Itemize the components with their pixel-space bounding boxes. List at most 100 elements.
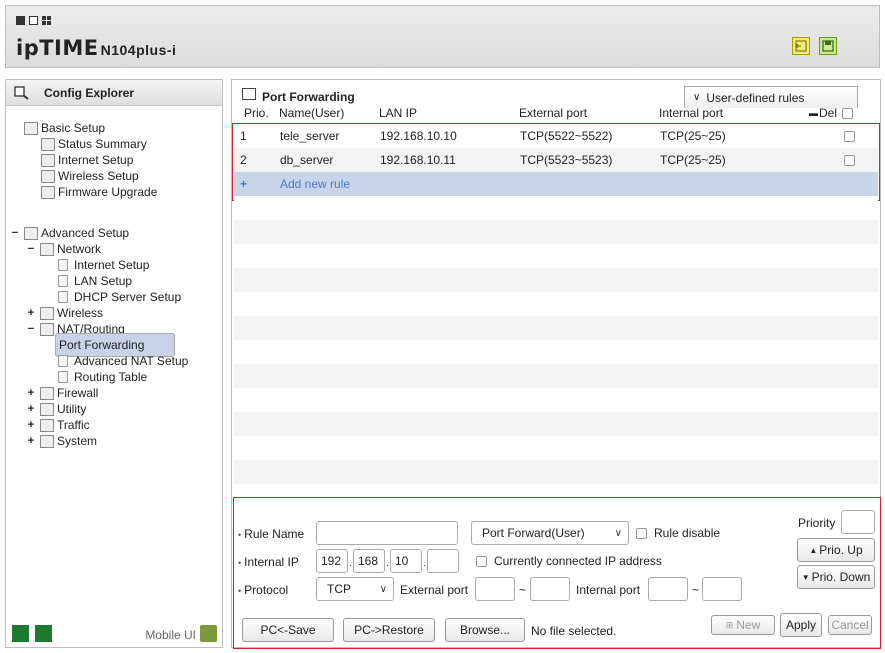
ip-dot: . xyxy=(423,558,426,569)
prio-up-label: Prio. Up xyxy=(819,543,863,557)
page-icon xyxy=(58,371,68,383)
triangle-up-icon: ▲ xyxy=(809,545,818,555)
external-port-start[interactable] xyxy=(475,577,515,601)
table-row[interactable]: 1 tele_server 192.168.10.10 TCP(5522~552… xyxy=(234,124,878,148)
sidebar-footer: Mobile UI xyxy=(6,619,222,647)
no-file-label: No file selected. xyxy=(531,624,617,638)
tree-traffic[interactable]: + Traffic xyxy=(26,417,90,433)
grid-icon[interactable] xyxy=(42,16,51,25)
collapse-icon[interactable]: − xyxy=(10,227,20,239)
prio-up-button[interactable]: ▲ Prio. Up xyxy=(797,538,875,562)
col-lan-ip: LAN IP xyxy=(379,106,418,120)
empty-row xyxy=(234,364,878,388)
tree-port-forwarding[interactable]: Port Forwarding xyxy=(55,333,175,357)
mobile-ui-link[interactable]: Mobile UI xyxy=(145,628,196,642)
tree-system[interactable]: + System xyxy=(26,433,97,449)
ip-octet-2[interactable]: 168 xyxy=(353,549,385,573)
cell-external-port: TCP(5523~5523) xyxy=(520,153,613,167)
maximize-icon[interactable] xyxy=(29,16,38,25)
apply-button[interactable]: Apply xyxy=(780,613,822,637)
tree-label: Internet Setup xyxy=(58,153,134,167)
tree-firmware-upgrade[interactable]: Firmware Upgrade xyxy=(41,184,157,200)
tree-lan-setup[interactable]: LAN Setup xyxy=(58,273,132,289)
new-button[interactable]: ⊞ New xyxy=(711,615,775,635)
app-header: ipTIME N104plus-i xyxy=(5,5,880,68)
expand-icon[interactable]: + xyxy=(26,387,36,399)
save-config-icon[interactable] xyxy=(819,37,837,55)
pc-save-button[interactable]: PC<-Save xyxy=(242,618,334,642)
ip-octet-1[interactable]: 192 xyxy=(316,549,348,573)
tree-advanced-setup[interactable]: − Advanced Setup xyxy=(10,225,129,241)
tree-network[interactable]: − Network xyxy=(26,241,101,257)
tree-status-summary[interactable]: Status Summary xyxy=(41,136,147,152)
empty-row xyxy=(234,316,878,340)
page-icon xyxy=(58,275,68,287)
expand-icon[interactable]: + xyxy=(26,435,36,447)
rule-filter-value: User-defined rules xyxy=(706,90,805,105)
cell-prio: 1 xyxy=(240,129,247,143)
page-title: Port Forwarding xyxy=(242,88,355,104)
ip-octet-3[interactable]: 10 xyxy=(390,549,422,573)
tree-advanced-nat-setup[interactable]: Advanced NAT Setup xyxy=(58,353,188,369)
tree-wireless[interactable]: + Wireless xyxy=(26,305,103,321)
rule-name-input[interactable] xyxy=(316,521,458,545)
expand-icon[interactable]: + xyxy=(26,403,36,415)
table-row[interactable]: 2 db_server 192.168.10.11 TCP(5523~5523)… xyxy=(234,148,878,172)
tree-wireless-setup[interactable]: Wireless Setup xyxy=(41,168,139,184)
tree-firewall[interactable]: + Firewall xyxy=(26,385,99,401)
collapse-icon[interactable]: − xyxy=(26,243,36,255)
internal-port-start[interactable] xyxy=(648,577,688,601)
protocol-select[interactable]: TCP ∨ xyxy=(316,577,394,601)
page-icon xyxy=(58,355,68,367)
ip-octet-4[interactable] xyxy=(427,549,459,573)
browse-button[interactable]: Browse... xyxy=(445,618,525,642)
rule-filter-select[interactable]: ∨ User-defined rules xyxy=(684,86,858,108)
tree-label: Firmware Upgrade xyxy=(58,185,158,199)
select-all-checkbox[interactable] xyxy=(842,107,854,119)
rule-type-select[interactable]: Port Forward(User) ∨ xyxy=(471,521,629,545)
cell-lan-ip: 192.168.10.11 xyxy=(380,153,456,167)
system-icon xyxy=(40,434,54,448)
cell-internal-port: TCP(25~25) xyxy=(660,153,726,167)
col-internal-port: Internal port xyxy=(659,106,724,120)
protocol-value: TCP xyxy=(327,582,351,596)
exit-icon[interactable] xyxy=(35,625,52,642)
internal-port-end[interactable] xyxy=(702,577,742,601)
cell-name: db_server xyxy=(280,153,334,167)
chart-icon xyxy=(41,137,55,151)
collapse-icon[interactable]: − xyxy=(26,323,36,335)
delete-checkbox[interactable] xyxy=(844,131,855,142)
monitor-icon xyxy=(41,153,55,167)
tree-routing-table[interactable]: Routing Table xyxy=(58,369,147,385)
tree-label: Routing Table xyxy=(74,370,148,384)
tree-dhcp-server-setup[interactable]: DHCP Server Setup xyxy=(58,289,181,305)
col-prio: Prio. xyxy=(244,106,269,120)
prio-down-button[interactable]: ▼ Prio. Down xyxy=(797,565,875,589)
tree-utility[interactable]: + Utility xyxy=(26,401,87,417)
external-port-end[interactable] xyxy=(530,577,570,601)
home-icon[interactable] xyxy=(12,625,29,642)
config-explorer-title: Config Explorer xyxy=(44,85,135,100)
internal-ip-label: • Internal IP xyxy=(238,555,299,569)
minimize-icon[interactable] xyxy=(16,16,25,25)
rule-disable-checkbox[interactable] xyxy=(636,528,647,539)
expand-icon[interactable]: + xyxy=(26,307,36,319)
pc-restore-button[interactable]: PC->Restore xyxy=(343,618,435,642)
tree-internet-setup[interactable]: Internet Setup xyxy=(41,152,133,168)
priority-input[interactable] xyxy=(841,510,875,534)
logout-icon[interactable] xyxy=(792,37,810,55)
tree-network-internet-setup[interactable]: Internet Setup xyxy=(58,257,149,273)
tree-label: System xyxy=(57,434,98,448)
tree-basic-setup[interactable]: Basic Setup xyxy=(24,120,105,136)
prio-down-label: Prio. Down xyxy=(811,570,871,584)
delete-checkbox[interactable] xyxy=(844,155,855,166)
empty-row xyxy=(234,244,878,268)
add-new-rule-label: Add new rule xyxy=(280,177,351,191)
add-new-rule-row[interactable]: + Add new rule xyxy=(234,172,878,196)
expand-icon[interactable]: + xyxy=(26,419,36,431)
cancel-button[interactable]: Cancel xyxy=(828,615,872,635)
mobile-icon[interactable] xyxy=(200,625,217,642)
connected-ip-checkbox[interactable] xyxy=(476,556,487,567)
window-icon xyxy=(242,88,256,100)
wifi-icon xyxy=(41,169,55,183)
